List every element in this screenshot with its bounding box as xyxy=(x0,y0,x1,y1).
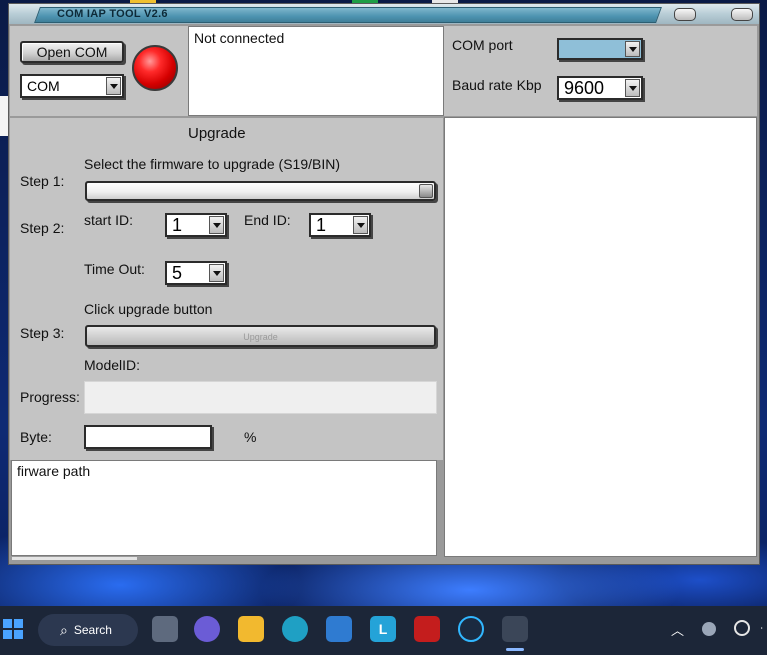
firmware-path-box[interactable]: firware path xyxy=(11,460,437,556)
sync-icon[interactable] xyxy=(734,620,750,636)
log-area[interactable] xyxy=(444,117,757,557)
firmware-file-bar[interactable] xyxy=(85,181,436,201)
upgrade-panel: Upgrade Select the firmware to upgrade (… xyxy=(10,118,443,460)
port-panel: COM port Baud rate Kbp 9600 xyxy=(444,26,757,116)
start-id-select[interactable]: 1 xyxy=(165,213,227,237)
edge-icon[interactable] xyxy=(282,616,308,642)
step3-label: Step 3: xyxy=(20,325,65,341)
baud-rate-label: Baud rate Kbp xyxy=(452,77,542,93)
firmware-hint: Select the firmware to upgrade (S19/BIN) xyxy=(84,156,341,172)
store-icon[interactable] xyxy=(326,616,352,642)
chevron-down-icon[interactable] xyxy=(106,77,121,95)
app-l-icon[interactable]: L xyxy=(370,616,396,642)
search-label: Search xyxy=(73,623,112,637)
com-select[interactable]: COM xyxy=(20,74,124,98)
window-title: COM IAP TOOL V2.6 xyxy=(57,8,168,20)
chevron-down-icon[interactable] xyxy=(209,216,224,234)
network-icon[interactable] xyxy=(702,622,716,636)
baud-rate-select[interactable]: 9600 xyxy=(557,76,643,100)
model-id-label: ModelID: xyxy=(84,357,141,373)
chevron-down-icon[interactable] xyxy=(353,216,368,234)
percent-label: % xyxy=(244,429,257,445)
firmware-path-text: firware path xyxy=(17,463,91,479)
progress-bar xyxy=(84,381,437,414)
timeout-label: Time Out: xyxy=(84,261,145,277)
upgrade-button-label: Upgrade xyxy=(243,332,278,342)
end-id-value: 1 xyxy=(316,215,327,235)
status-led-icon xyxy=(132,45,178,91)
minimize-button[interactable] xyxy=(674,8,696,21)
baud-rate-value: 9600 xyxy=(564,78,605,98)
status-box: Not connected xyxy=(188,26,444,116)
close-button[interactable] xyxy=(731,8,753,21)
open-com-button[interactable]: Open COM xyxy=(20,41,124,63)
start-id-value: 1 xyxy=(172,215,183,235)
browse-handle[interactable] xyxy=(419,184,433,198)
mcafee-icon[interactable] xyxy=(414,616,440,642)
timeout-value: 5 xyxy=(172,263,183,283)
step2-label: Step 2: xyxy=(20,220,65,236)
windows-start-icon[interactable] xyxy=(1,616,25,642)
connection-panel: Open COM COM Not connected xyxy=(10,26,444,116)
title-bar[interactable]: COM IAP TOOL V2.6 xyxy=(9,4,759,24)
upgrade-button[interactable]: Upgrade xyxy=(85,325,436,347)
chevron-down-icon[interactable] xyxy=(625,79,640,97)
alexa-icon[interactable] xyxy=(458,616,484,642)
byte-label: Byte: xyxy=(20,429,52,445)
upgrade-heading: Upgrade xyxy=(188,125,246,142)
end-id-label: End ID: xyxy=(244,212,291,228)
step1-label: Step 1: xyxy=(20,173,65,189)
progress-label: Progress: xyxy=(20,389,80,405)
scrollbar[interactable] xyxy=(12,557,137,560)
taskbar-search[interactable]: ⌕ Search xyxy=(38,614,138,646)
search-icon: ⌕ xyxy=(60,621,68,638)
chevron-down-icon[interactable] xyxy=(625,41,640,57)
active-app-indicator xyxy=(506,648,524,651)
chevron-down-icon[interactable] xyxy=(209,264,224,282)
teams-icon[interactable] xyxy=(194,616,220,642)
com-port-label: COM port xyxy=(452,37,513,53)
timeout-select[interactable]: 5 xyxy=(165,261,227,285)
com-port-select[interactable] xyxy=(557,38,643,60)
chevron-up-icon[interactable]: ︿ xyxy=(671,620,684,639)
task-view-icon[interactable] xyxy=(152,616,178,642)
file-explorer-icon[interactable] xyxy=(238,616,264,642)
byte-field xyxy=(84,425,212,449)
com-select-value: COM xyxy=(27,78,60,94)
app-window: COM IAP TOOL V2.6 Open COM COM Not conne… xyxy=(8,3,760,565)
start-id-label: start ID: xyxy=(84,212,134,228)
connection-status: Not connected xyxy=(194,30,285,46)
end-id-select[interactable]: 1 xyxy=(309,213,371,237)
click-upgrade-hint: Click upgrade button xyxy=(84,301,213,317)
edge-tray-icon[interactable]: ᐧ xyxy=(760,622,763,635)
com-iap-tool-icon[interactable] xyxy=(502,616,528,642)
